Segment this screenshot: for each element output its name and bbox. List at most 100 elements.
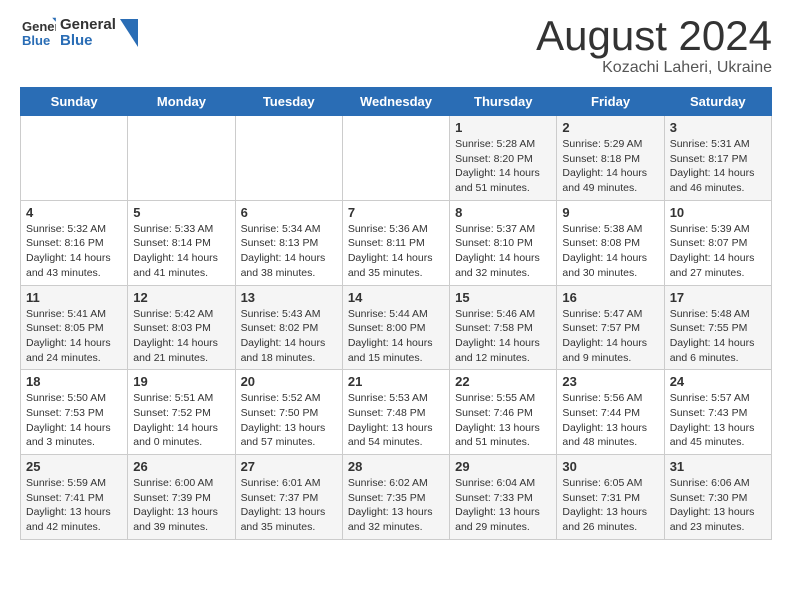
calendar-week-3: 11 Sunrise: 5:41 AM Sunset: 8:05 PM Dayli…	[21, 285, 772, 370]
day-number: 2	[562, 120, 658, 135]
day-info: Sunrise: 5:53 AM Sunset: 7:48 PM Dayligh…	[348, 391, 444, 450]
calendar-cell-w2-d1: 4 Sunrise: 5:32 AM Sunset: 8:16 PM Daylig…	[21, 200, 128, 285]
day-info: Sunrise: 6:04 AM Sunset: 7:33 PM Dayligh…	[455, 476, 551, 535]
day-number: 17	[670, 290, 766, 305]
calendar-week-1: 1 Sunrise: 5:28 AM Sunset: 8:20 PM Daylig…	[21, 116, 772, 201]
day-info: Sunrise: 5:48 AM Sunset: 7:55 PM Dayligh…	[670, 307, 766, 366]
col-wednesday: Wednesday	[342, 88, 449, 116]
day-number: 10	[670, 205, 766, 220]
calendar-cell-w3-d7: 17 Sunrise: 5:48 AM Sunset: 7:55 PM Dayli…	[664, 285, 771, 370]
calendar-week-2: 4 Sunrise: 5:32 AM Sunset: 8:16 PM Daylig…	[21, 200, 772, 285]
day-number: 19	[133, 374, 229, 389]
day-info: Sunrise: 5:28 AM Sunset: 8:20 PM Dayligh…	[455, 137, 551, 196]
logo-general: General	[60, 17, 116, 34]
day-number: 30	[562, 459, 658, 474]
day-number: 9	[562, 205, 658, 220]
calendar-cell-w4-d4: 21 Sunrise: 5:53 AM Sunset: 7:48 PM Dayli…	[342, 370, 449, 455]
calendar-cell-w5-d3: 27 Sunrise: 6:01 AM Sunset: 7:37 PM Dayli…	[235, 455, 342, 540]
page-header: General Blue General Blue August 2024 Ko…	[20, 15, 772, 77]
day-number: 12	[133, 290, 229, 305]
day-number: 8	[455, 205, 551, 220]
calendar-cell-w4-d3: 20Sunrise: 5:52 AM Sunset: 7:50 PM Dayli…	[235, 370, 342, 455]
day-number: 25	[26, 459, 122, 474]
col-friday: Friday	[557, 88, 664, 116]
day-info: Sunrise: 5:33 AM Sunset: 8:14 PM Dayligh…	[133, 222, 229, 281]
calendar-cell-w4-d5: 22Sunrise: 5:55 AM Sunset: 7:46 PM Dayli…	[450, 370, 557, 455]
logo-blue: Blue	[60, 33, 116, 50]
calendar-cell-w5-d5: 29 Sunrise: 6:04 AM Sunset: 7:33 PM Dayli…	[450, 455, 557, 540]
day-info: Sunrise: 5:39 AM Sunset: 8:07 PM Dayligh…	[670, 222, 766, 281]
calendar-cell-w2-d6: 9 Sunrise: 5:38 AM Sunset: 8:08 PM Daylig…	[557, 200, 664, 285]
calendar-cell-w2-d2: 5Sunrise: 5:33 AM Sunset: 8:14 PM Daylig…	[128, 200, 235, 285]
day-number: 14	[348, 290, 444, 305]
day-info: Sunrise: 6:01 AM Sunset: 7:37 PM Dayligh…	[241, 476, 337, 535]
day-info: Sunrise: 5:57 AM Sunset: 7:43 PM Dayligh…	[670, 391, 766, 450]
day-info: Sunrise: 6:06 AM Sunset: 7:30 PM Dayligh…	[670, 476, 766, 535]
day-info: Sunrise: 6:00 AM Sunset: 7:39 PM Dayligh…	[133, 476, 229, 535]
calendar-cell-w5-d1: 25Sunrise: 5:59 AM Sunset: 7:41 PM Dayli…	[21, 455, 128, 540]
calendar-cell-w5-d6: 30 Sunrise: 6:05 AM Sunset: 7:31 PM Dayli…	[557, 455, 664, 540]
day-info: Sunrise: 5:37 AM Sunset: 8:10 PM Dayligh…	[455, 222, 551, 281]
day-info: Sunrise: 5:46 AM Sunset: 7:58 PM Dayligh…	[455, 307, 551, 366]
calendar-cell-w3-d4: 14 Sunrise: 5:44 AM Sunset: 8:00 PM Dayli…	[342, 285, 449, 370]
day-info: Sunrise: 6:02 AM Sunset: 7:35 PM Dayligh…	[348, 476, 444, 535]
day-number: 22	[455, 374, 551, 389]
day-number: 13	[241, 290, 337, 305]
title-block: August 2024 Kozachi Laheri, Ukraine	[536, 15, 772, 77]
day-number: 7	[348, 205, 444, 220]
day-number: 1	[455, 120, 551, 135]
day-info: Sunrise: 5:43 AM Sunset: 8:02 PM Dayligh…	[241, 307, 337, 366]
day-number: 15	[455, 290, 551, 305]
day-info: Sunrise: 6:05 AM Sunset: 7:31 PM Dayligh…	[562, 476, 658, 535]
col-sunday: Sunday	[21, 88, 128, 116]
col-thursday: Thursday	[450, 88, 557, 116]
calendar-cell-w3-d3: 13 Sunrise: 5:43 AM Sunset: 8:02 PM Dayli…	[235, 285, 342, 370]
day-number: 6	[241, 205, 337, 220]
day-info: Sunrise: 5:41 AM Sunset: 8:05 PM Dayligh…	[26, 307, 122, 366]
day-number: 24	[670, 374, 766, 389]
calendar-header-row: Sunday Monday Tuesday Wednesday Thursday…	[21, 88, 772, 116]
calendar-cell-w3-d6: 16 Sunrise: 5:47 AM Sunset: 7:57 PM Dayli…	[557, 285, 664, 370]
day-number: 23	[562, 374, 658, 389]
calendar-cell-w5-d4: 28 Sunrise: 6:02 AM Sunset: 7:35 PM Dayli…	[342, 455, 449, 540]
day-number: 18	[26, 374, 122, 389]
svg-text:Blue: Blue	[22, 33, 50, 48]
calendar-cell-w2-d5: 8 Sunrise: 5:37 AM Sunset: 8:10 PM Daylig…	[450, 200, 557, 285]
day-info: Sunrise: 5:34 AM Sunset: 8:13 PM Dayligh…	[241, 222, 337, 281]
calendar-cell-w4-d6: 23Sunrise: 5:56 AM Sunset: 7:44 PM Dayli…	[557, 370, 664, 455]
day-info: Sunrise: 5:29 AM Sunset: 8:18 PM Dayligh…	[562, 137, 658, 196]
calendar-cell-w4-d2: 19Sunrise: 5:51 AM Sunset: 7:52 PM Dayli…	[128, 370, 235, 455]
calendar-cell-w3-d5: 15 Sunrise: 5:46 AM Sunset: 7:58 PM Dayli…	[450, 285, 557, 370]
day-number: 20	[241, 374, 337, 389]
col-saturday: Saturday	[664, 88, 771, 116]
col-monday: Monday	[128, 88, 235, 116]
calendar-cell-w4-d7: 24 Sunrise: 5:57 AM Sunset: 7:43 PM Dayli…	[664, 370, 771, 455]
calendar-cell-w3-d2: 12 Sunrise: 5:42 AM Sunset: 8:03 PM Dayli…	[128, 285, 235, 370]
day-info: Sunrise: 5:44 AM Sunset: 8:00 PM Dayligh…	[348, 307, 444, 366]
calendar-cell-w5-d2: 26Sunrise: 6:00 AM Sunset: 7:39 PM Dayli…	[128, 455, 235, 540]
day-info: Sunrise: 5:47 AM Sunset: 7:57 PM Dayligh…	[562, 307, 658, 366]
day-info: Sunrise: 5:38 AM Sunset: 8:08 PM Dayligh…	[562, 222, 658, 281]
day-number: 21	[348, 374, 444, 389]
day-number: 11	[26, 290, 122, 305]
calendar-cell-w1-d7: 3Sunrise: 5:31 AM Sunset: 8:17 PM Daylig…	[664, 116, 771, 201]
day-number: 27	[241, 459, 337, 474]
day-number: 4	[26, 205, 122, 220]
calendar-cell-w4-d1: 18 Sunrise: 5:50 AM Sunset: 7:53 PM Dayli…	[21, 370, 128, 455]
day-number: 28	[348, 459, 444, 474]
day-info: Sunrise: 5:42 AM Sunset: 8:03 PM Dayligh…	[133, 307, 229, 366]
day-number: 29	[455, 459, 551, 474]
day-info: Sunrise: 5:32 AM Sunset: 8:16 PM Dayligh…	[26, 222, 122, 281]
calendar-cell-w3-d1: 11 Sunrise: 5:41 AM Sunset: 8:05 PM Dayli…	[21, 285, 128, 370]
calendar-cell-w1-d3	[235, 116, 342, 201]
svg-text:General: General	[22, 19, 56, 34]
calendar-table: Sunday Monday Tuesday Wednesday Thursday…	[20, 87, 772, 540]
calendar-cell-w1-d5: 1 Sunrise: 5:28 AM Sunset: 8:20 PM Daylig…	[450, 116, 557, 201]
calendar-cell-w1-d4	[342, 116, 449, 201]
calendar-cell-w5-d7: 31Sunrise: 6:06 AM Sunset: 7:30 PM Dayli…	[664, 455, 771, 540]
calendar-cell-w1-d2	[128, 116, 235, 201]
day-info: Sunrise: 5:50 AM Sunset: 7:53 PM Dayligh…	[26, 391, 122, 450]
day-number: 16	[562, 290, 658, 305]
calendar-cell-w1-d6: 2 Sunrise: 5:29 AM Sunset: 8:18 PM Daylig…	[557, 116, 664, 201]
month-title: August 2024	[536, 15, 772, 57]
